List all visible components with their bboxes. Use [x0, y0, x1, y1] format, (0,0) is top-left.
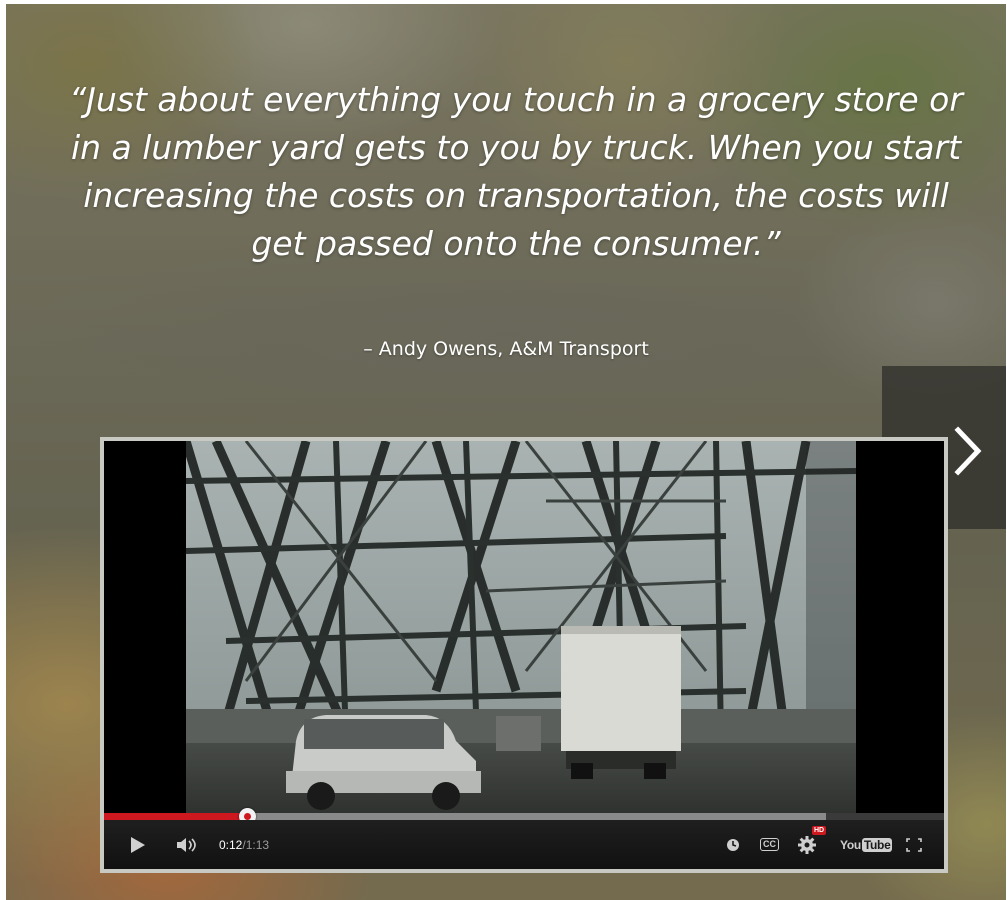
- current-time: 0:12: [219, 837, 243, 852]
- volume-button[interactable]: [176, 820, 200, 869]
- clock-icon: [727, 838, 739, 851]
- youtube-logo-you: You: [840, 837, 861, 852]
- youtube-video-player[interactable]: 0:12 / 1:13 CC HD You Tube: [100, 437, 948, 873]
- hd-badge: HD: [812, 826, 827, 835]
- settings-button[interactable]: HD: [798, 820, 828, 869]
- quote-attribution: – Andy Owens, A&M Transport: [363, 338, 649, 360]
- time-display: 0:12 / 1:13: [219, 820, 269, 869]
- video-frame-image: [186, 441, 856, 813]
- slide-background: “Just about everything you touch in a gr…: [6, 4, 1006, 900]
- volume-icon: [177, 837, 196, 852]
- progress-played: [104, 813, 247, 820]
- youtube-logo-link[interactable]: You Tube: [840, 820, 893, 869]
- fullscreen-button[interactable]: [906, 820, 922, 869]
- quote-text: “Just about everything you touch in a gr…: [69, 80, 963, 263]
- cc-icon: CC: [760, 838, 779, 851]
- captions-button[interactable]: CC: [760, 820, 779, 869]
- video-progress-bar[interactable]: [104, 808, 944, 825]
- duration: 1:13: [245, 837, 270, 852]
- gear-icon: [798, 835, 816, 854]
- fullscreen-icon: [906, 837, 922, 852]
- play-button[interactable]: [130, 820, 146, 869]
- play-icon: [131, 836, 145, 853]
- watch-later-button[interactable]: [726, 820, 740, 869]
- video-frame[interactable]: [186, 441, 856, 813]
- youtube-logo-tube: Tube: [861, 837, 893, 852]
- player-controls-bar: 0:12 / 1:13 CC HD You Tube: [104, 820, 944, 869]
- chevron-right-icon: [954, 426, 982, 476]
